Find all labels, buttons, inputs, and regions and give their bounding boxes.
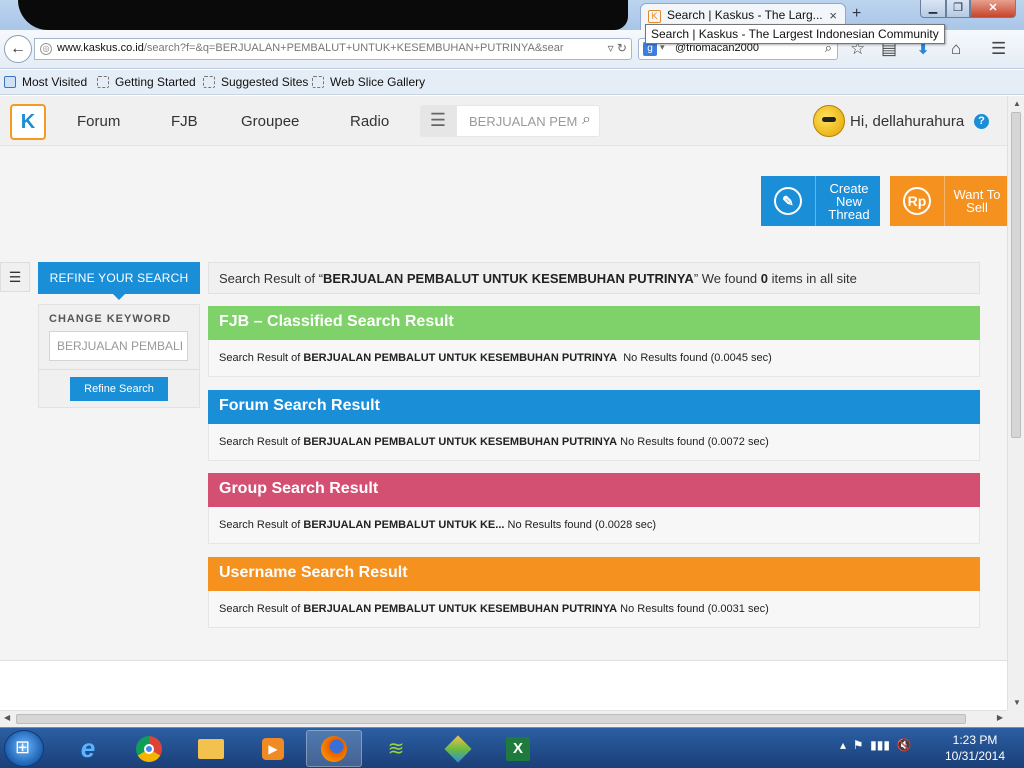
section-body: Search Result of BERJUALAN PEMBALUT UNTU… [208, 507, 980, 544]
sidebar-toggle-icon[interactable]: ☰ [0, 262, 30, 292]
windows-taskbar: e ▶ ≋ X ▴ ⚑ ▮▮▮ 🔇 1:23 PM 10/31/2014 [0, 727, 1024, 768]
system-tray[interactable]: ▴ ⚑ ▮▮▮ 🔇 [840, 738, 912, 752]
nav-groupee[interactable]: Groupee [241, 113, 299, 130]
menu-icon[interactable]: ☰ [991, 39, 1006, 59]
start-button[interactable] [4, 730, 44, 767]
scroll-up-icon[interactable]: ▲ [1013, 99, 1021, 108]
excel-icon[interactable]: X [490, 730, 546, 767]
kaskus-logo[interactable]: K [10, 104, 46, 140]
clock[interactable]: 1:23 PM 10/31/2014 [940, 732, 1010, 764]
tab-tooltip: Search | Kaskus - The Largest Indonesian… [645, 24, 945, 44]
section-title: FJB – Classified Search Result [208, 306, 980, 340]
section-title: Group Search Result [208, 473, 980, 507]
chrome-icon[interactable] [121, 730, 177, 767]
clock-time: 1:23 PM [952, 733, 998, 747]
google-icon: g [643, 42, 657, 56]
section-title: Forum Search Result [208, 390, 980, 424]
horizontal-scrollbar[interactable]: ◀ ▶ [0, 710, 1007, 727]
nav-fjb[interactable]: FJB [171, 113, 198, 130]
redacted-area [18, 0, 628, 30]
close-window-button[interactable]: ✕ [970, 0, 1016, 18]
url-path: /search?f=&q=BERJUALAN+PEMBALUT+UNTUK+KE… [143, 42, 564, 54]
bookmark-icon [4, 76, 16, 88]
bookmark-icon [312, 76, 324, 88]
refine-search-button[interactable]: Refine Search [70, 377, 168, 401]
summary-query: BERJUALAN PEMBALUT UNTUK KESEMBUHAN PUTR… [323, 271, 694, 286]
media-player-icon[interactable]: ▶ [245, 730, 301, 767]
tab-title: Search | Kaskus - The Larg... [667, 8, 823, 22]
result-count: 0 [760, 271, 769, 286]
scroll-right-icon[interactable]: ▶ [997, 713, 1003, 722]
bookmark-most-visited[interactable]: Most Visited [4, 75, 87, 89]
scrollbar-thumb[interactable] [16, 714, 966, 724]
bookmark-getting-started[interactable]: Getting Started [97, 75, 196, 89]
section-body: Search Result of BERJUALAN PEMBALUT UNTU… [208, 340, 980, 377]
create-thread-label: Create New Thread [828, 180, 870, 222]
globe-icon: ◎ [40, 43, 52, 55]
home-icon[interactable]: ⌂ [951, 39, 961, 59]
scroll-down-icon[interactable]: ▼ [1013, 698, 1021, 707]
bluestacks-icon[interactable] [430, 730, 486, 767]
want-to-sell-button[interactable]: Rp Want To Sell [890, 176, 1007, 226]
username-result-section: Username Search Result Search Result of … [208, 557, 980, 628]
search-icon[interactable]: ⌕ [582, 111, 591, 129]
firefox-icon[interactable] [306, 730, 362, 767]
bookmark-icon [203, 76, 215, 88]
nav-radio[interactable]: Radio [350, 113, 389, 130]
section-title: Username Search Result [208, 557, 980, 591]
tab-close-icon[interactable]: × [829, 8, 837, 23]
help-icon[interactable]: ? [974, 114, 989, 129]
refine-your-search-tab[interactable]: REFINE YOUR SEARCH [38, 262, 200, 300]
rupiah-icon: Rp [903, 187, 931, 215]
keyword-input[interactable]: BERJUALAN PEMBALI [49, 331, 188, 361]
internet-explorer-icon[interactable]: e [60, 730, 116, 767]
bookmark-suggested-sites[interactable]: Suggested Sites [203, 75, 308, 89]
new-tab-button[interactable]: + [852, 5, 861, 23]
pencil-icon: ✎ [774, 187, 802, 215]
clock-date: 10/31/2014 [944, 749, 1006, 763]
bookmark-web-slice-gallery[interactable]: Web Slice Gallery [312, 75, 425, 89]
search-summary: Search Result of “BERJUALAN PEMBALUT UNT… [208, 262, 980, 294]
back-button[interactable]: ← [4, 35, 32, 63]
refine-panel: CHANGE KEYWORD BERJUALAN PEMBALI Refine … [38, 304, 200, 408]
minimize-button[interactable]: ▁ [920, 0, 946, 18]
change-keyword-label: CHANGE KEYWORD [49, 313, 172, 325]
address-bar[interactable]: ◎ www.kaskus.co.id/search?f=&q=BERJUALAN… [34, 38, 632, 60]
forum-result-section: Forum Search Result Search Result of BER… [208, 390, 980, 461]
kaskus-favicon-icon: K [648, 10, 661, 23]
url-domain: www.kaskus.co.id [57, 42, 144, 54]
site-search-input[interactable]: BERJUALAN PEM ⌕ [456, 105, 600, 137]
section-body: Search Result of BERJUALAN PEMBALUT UNTU… [208, 591, 980, 628]
user-greeting[interactable]: Hi, dellahurahura [850, 113, 964, 130]
hamburger-menu-icon[interactable]: ☰ [420, 105, 456, 137]
scrollbar-thumb[interactable] [1011, 112, 1021, 438]
section-body: Search Result of BERJUALAN PEMBALUT UNTU… [208, 424, 980, 461]
fjb-result-section: FJB – Classified Search Result Search Re… [208, 306, 980, 377]
bookmark-icon [97, 76, 109, 88]
create-new-thread-button[interactable]: ✎ Create New Thread [761, 176, 880, 226]
page-footer-area [0, 660, 1007, 710]
site-search-value: BERJUALAN PEM [469, 114, 578, 129]
avatar[interactable] [813, 105, 845, 137]
file-explorer-icon[interactable] [183, 730, 239, 767]
vertical-scrollbar[interactable]: ▲ ▼ [1007, 96, 1024, 710]
divider [39, 369, 199, 370]
scroll-left-icon[interactable]: ◀ [4, 713, 10, 722]
maximize-button[interactable]: ❐ [946, 0, 970, 18]
kaskus-header: K Forum FJB Groupee Radio ☰ BERJUALAN PE… [0, 96, 1007, 146]
bookmarks-bar: Most Visited Getting Started Suggested S… [0, 70, 1024, 95]
nav-forum[interactable]: Forum [77, 113, 120, 130]
reload-icon[interactable]: ▿ ↻ [603, 41, 627, 55]
want-to-sell-label: Want To Sell [953, 187, 1001, 215]
wifi-app-icon[interactable]: ≋ [368, 730, 424, 767]
page-viewport: K Forum FJB Groupee Radio ☰ BERJUALAN PE… [0, 96, 1007, 710]
group-result-section: Group Search Result Search Result of BER… [208, 473, 980, 544]
